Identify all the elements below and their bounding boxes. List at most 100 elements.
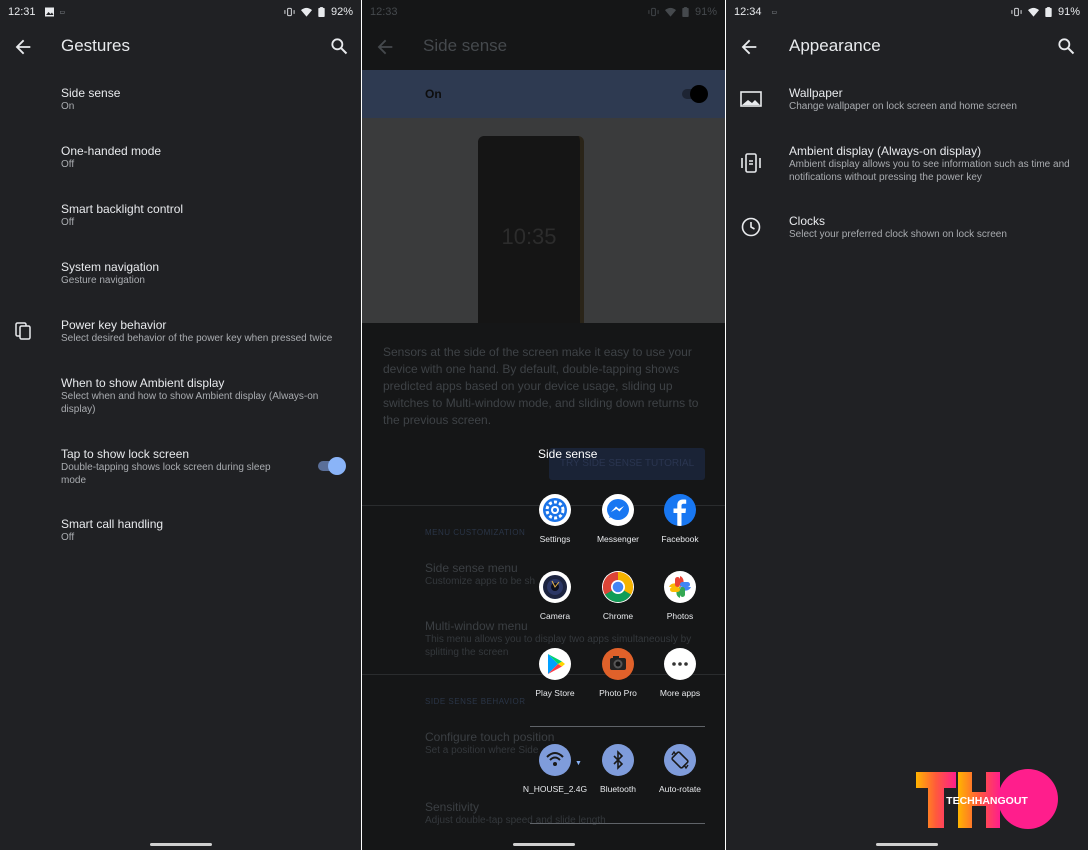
app-bar: Gestures bbox=[0, 24, 361, 70]
battery-icon bbox=[682, 7, 689, 17]
setting-title: Smart backlight control bbox=[61, 202, 184, 216]
facebook-icon bbox=[664, 494, 696, 526]
setting-summary: Double-tapping shows lock screen during … bbox=[61, 462, 271, 486]
logo-text: TECHHANGOUT bbox=[946, 795, 1028, 807]
tap-lock-screen-toggle[interactable] bbox=[318, 457, 346, 475]
setting-smart-call-handling[interactable]: Smart call handling Off bbox=[61, 516, 347, 545]
side-sense-screen: 12:33 91% Side sense On 10:35 Sensors at… bbox=[362, 0, 725, 850]
app-settings[interactable]: Settings bbox=[520, 494, 590, 544]
tile-label: Bluetooth bbox=[600, 784, 636, 794]
tile-label: Auto-rotate bbox=[658, 784, 702, 794]
vibrate-icon bbox=[1011, 7, 1022, 17]
chrome-icon bbox=[602, 571, 634, 603]
appearance-screen: 12:34 ▭ 91% Appearance Wallpaper Change … bbox=[726, 0, 1088, 850]
app-label: Photos bbox=[666, 611, 694, 621]
side-sense-description: Sensors at the side of the screen make i… bbox=[383, 345, 699, 427]
setting-system-navigation[interactable]: System navigation Gesture navigation bbox=[61, 259, 347, 288]
app-label: Chrome bbox=[602, 611, 634, 621]
setting-side-sense[interactable]: Side sense On bbox=[61, 85, 347, 114]
app-play-store[interactable]: Play Store bbox=[520, 648, 590, 698]
setting-summary: Off bbox=[61, 159, 75, 170]
setting-title: Power key behavior bbox=[61, 318, 167, 332]
side-sense-menu-title: Side sense bbox=[538, 447, 598, 461]
back-arrow-icon[interactable] bbox=[738, 36, 760, 58]
setting-wallpaper[interactable]: Wallpaper Change wallpaper on lock scree… bbox=[789, 85, 1074, 114]
power-key-icon bbox=[15, 322, 31, 340]
back-arrow-icon[interactable] bbox=[12, 36, 34, 58]
gesture-nav-bar[interactable] bbox=[149, 843, 212, 846]
menu-divider bbox=[530, 726, 705, 727]
setting-title: Smart call handling bbox=[61, 517, 164, 531]
app-messenger[interactable]: Messenger bbox=[583, 494, 653, 544]
app-facebook[interactable]: Facebook bbox=[645, 494, 715, 544]
qs-bluetooth[interactable]: Bluetooth bbox=[583, 744, 653, 794]
notification-icon: ▭ bbox=[771, 9, 778, 16]
clock-icon bbox=[741, 217, 761, 237]
battery-percent: 92% bbox=[330, 6, 353, 18]
main-switch-label: On bbox=[425, 87, 442, 101]
illustration-clock: 10:35 bbox=[501, 224, 557, 249]
settings-icon bbox=[539, 494, 571, 526]
tile-label: N_HOUSE_2.4G bbox=[522, 784, 588, 794]
setting-title: Tap to show lock screen bbox=[61, 447, 190, 461]
search-icon[interactable] bbox=[1056, 36, 1076, 56]
setting-smart-backlight[interactable]: Smart backlight control Off bbox=[61, 201, 347, 230]
status-time: 12:31 bbox=[8, 6, 36, 18]
wifi-icon bbox=[664, 7, 676, 17]
photos-icon bbox=[664, 571, 696, 603]
app-label: Camera bbox=[539, 611, 571, 621]
setting-power-key-behavior[interactable]: Power key behavior Select desired behavi… bbox=[61, 317, 347, 346]
qs-wifi[interactable]: ▼ N_HOUSE_2.4G bbox=[520, 744, 590, 794]
battery-icon bbox=[1045, 7, 1052, 17]
setting-title: One-handed mode bbox=[61, 144, 162, 158]
vibrate-icon bbox=[284, 7, 295, 17]
main-switch-toggle[interactable] bbox=[682, 85, 708, 103]
app-chrome[interactable]: Chrome bbox=[583, 571, 653, 621]
app-camera[interactable]: Camera bbox=[520, 571, 590, 621]
notification-icon: ▭ bbox=[59, 9, 66, 16]
setting-title: When to show Ambient display bbox=[61, 376, 225, 390]
more-apps-icon bbox=[664, 648, 696, 680]
main-switch-bar[interactable]: On bbox=[362, 70, 725, 118]
gesture-nav-bar[interactable] bbox=[512, 843, 575, 846]
section-header-behavior: SIDE SENSE BEHAVIOR bbox=[425, 697, 526, 706]
app-label: Messenger bbox=[596, 534, 640, 544]
setting-summary: Select desired behavior of the power key… bbox=[61, 333, 333, 344]
app-photo-pro[interactable]: Photo Pro bbox=[583, 648, 653, 698]
wifi-icon bbox=[1027, 7, 1039, 17]
setting-tap-lock-screen[interactable]: Tap to show lock screen Double-tapping s… bbox=[61, 446, 286, 487]
wifi-expand-icon[interactable]: ▼ bbox=[575, 760, 582, 767]
setting-title: Ambient display (Always-on display) bbox=[789, 144, 982, 158]
gesture-nav-bar[interactable] bbox=[876, 843, 938, 846]
setting-ambient-display-when[interactable]: When to show Ambient display Select when… bbox=[61, 375, 347, 416]
battery-percent: 91% bbox=[694, 6, 717, 18]
messenger-icon bbox=[602, 494, 634, 526]
page-title: Side sense bbox=[423, 36, 508, 55]
app-bar: Appearance bbox=[726, 24, 1088, 70]
page-title: Appearance bbox=[789, 36, 881, 55]
search-icon[interactable] bbox=[329, 36, 349, 56]
setting-one-handed-mode[interactable]: One-handed mode Off bbox=[61, 143, 347, 172]
qs-auto-rotate[interactable]: Auto-rotate bbox=[645, 744, 715, 794]
battery-icon bbox=[318, 7, 325, 17]
wallpaper-icon bbox=[740, 91, 762, 107]
camera-icon bbox=[539, 571, 571, 603]
setting-ambient-display[interactable]: Ambient display (Always-on display) Ambi… bbox=[789, 143, 1074, 184]
setting-title: Side sense bbox=[61, 86, 121, 100]
page-title: Gestures bbox=[61, 36, 130, 55]
wifi-tile-icon bbox=[539, 744, 571, 776]
app-label: Facebook bbox=[661, 534, 699, 544]
setting-summary: Off bbox=[61, 532, 75, 543]
app-photos[interactable]: Photos bbox=[645, 571, 715, 621]
setting-summary: Gesture navigation bbox=[61, 275, 145, 286]
setting-summary: Select when and how to show Ambient disp… bbox=[61, 391, 319, 415]
setting-summary: Adjust double-tap speed and slide length bbox=[425, 815, 606, 826]
setting-summary: Select your preferred clock shown on loc… bbox=[789, 229, 1007, 240]
back-arrow-icon[interactable] bbox=[374, 36, 396, 58]
app-more-apps[interactable]: More apps bbox=[645, 648, 715, 698]
ambient-display-icon bbox=[741, 153, 761, 173]
setting-clocks[interactable]: Clocks Select your preferred clock shown… bbox=[789, 213, 1074, 242]
status-bar: 12:33 91% bbox=[362, 0, 725, 24]
setting-title: Configure touch position bbox=[425, 730, 555, 744]
app-label: Play Store bbox=[535, 688, 575, 698]
